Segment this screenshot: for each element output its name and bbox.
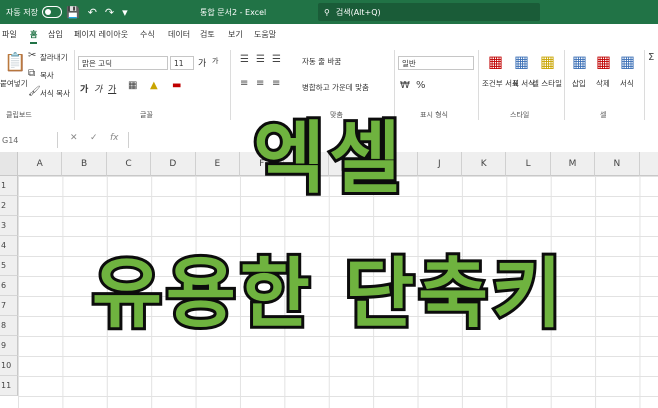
delete-cells-button[interactable]: 삭제 (596, 78, 610, 89)
redo-icon[interactable]: ↷ (105, 6, 114, 19)
conditional-format-icon[interactable]: ▦ (488, 52, 503, 71)
cut-button[interactable]: 잘라내기 (40, 52, 68, 63)
paste-icon[interactable]: 📋 (4, 52, 26, 73)
percent-icon[interactable]: % (416, 80, 426, 91)
font-name-select[interactable]: 맑은 고딕 (78, 56, 168, 70)
merge-center-button[interactable]: 병합하고 가운데 맞춤 (302, 82, 369, 93)
tab-file[interactable]: 파일 (2, 29, 17, 40)
shrink-font-button[interactable]: 가 (212, 56, 218, 66)
underline-button[interactable]: 가 (108, 82, 116, 95)
save-icon[interactable]: 💾 (66, 6, 80, 19)
row-header-10[interactable]: 10 (0, 356, 18, 376)
search-box[interactable]: ⚲ 검색(Alt+Q) (318, 3, 540, 21)
cell-styles-icon[interactable]: ▦ (540, 52, 555, 71)
ribbon-tabs: 파일 홈 삽입 페이지 레이아웃 수식 데이터 검토 보기 도움말 (0, 24, 658, 44)
align-bottom-icon[interactable]: ☰ (272, 54, 281, 65)
copy-button[interactable]: 복사 (40, 70, 54, 81)
customize-icon[interactable]: ▾ (122, 6, 128, 19)
border-icon[interactable]: ▦ (128, 80, 137, 91)
tab-insert[interactable]: 삽입 (48, 29, 63, 40)
font-size-select[interactable]: 11 (170, 56, 194, 70)
autosave[interactable]: 자동 저장 (6, 0, 62, 24)
format-table-icon[interactable]: ▦ (514, 52, 529, 71)
align-middle-icon[interactable]: ☰ (256, 54, 265, 65)
search-placeholder: 검색(Alt+Q) (335, 7, 381, 17)
autosave-label: 자동 저장 (6, 7, 38, 17)
font-name-value: 맑은 고딕 (82, 58, 112, 68)
fill-color-icon[interactable]: ▲ (150, 80, 158, 91)
overlay-title-line2: 유용한 단축키 (89, 246, 566, 341)
tab-help[interactable]: 도움말 (254, 29, 276, 40)
format-cells-button[interactable]: 서식 (620, 78, 634, 89)
italic-button[interactable]: 가 (94, 82, 102, 95)
bold-button[interactable]: 가 (80, 82, 88, 95)
insert-cells-icon[interactable]: ▦ (572, 52, 587, 71)
insert-cells-button[interactable]: 삽입 (572, 78, 586, 89)
paste-button[interactable]: 붙여넣기 (0, 78, 28, 89)
document-title: 통합 문서2 - Excel (200, 7, 267, 17)
tab-review[interactable]: 검토 (200, 29, 215, 40)
copy-icon[interactable]: ⧉ (28, 68, 35, 79)
tab-formulas[interactable]: 수식 (140, 29, 155, 40)
number-format-select[interactable]: 일반 (398, 56, 474, 70)
align-top-icon[interactable]: ☰ (240, 54, 249, 65)
tab-view[interactable]: 보기 (228, 29, 243, 40)
undo-icon[interactable]: ↶ (88, 6, 97, 19)
font-color-icon[interactable]: ▬ (172, 80, 181, 91)
title-bar: 자동 저장 💾 ↶ ↷ ▾ 통합 문서2 - Excel ⚲ 검색(Alt+Q) (0, 0, 658, 24)
cut-icon[interactable]: ✂ (28, 50, 36, 61)
align-center-icon[interactable]: ≡ (256, 78, 264, 89)
format-cells-icon[interactable]: ▦ (620, 52, 635, 71)
grow-font-button[interactable]: 가 (198, 56, 206, 69)
align-left-icon[interactable]: ≡ (240, 78, 248, 89)
tab-home[interactable]: 홈 (30, 29, 38, 44)
tab-page-layout[interactable]: 페이지 레이아웃 (74, 29, 128, 40)
tab-data[interactable]: 데이터 (168, 29, 190, 40)
align-right-icon[interactable]: ≡ (272, 78, 280, 89)
number-format-value: 일반 (402, 58, 416, 68)
delete-cells-icon[interactable]: ▦ (596, 52, 611, 71)
wrap-text-button[interactable]: 자동 줄 바꿈 (302, 56, 341, 67)
cell-styles-button[interactable]: 셀 스타일 (532, 78, 562, 89)
font-size-value: 11 (174, 58, 184, 68)
sum-icon[interactable]: Σ (648, 52, 654, 63)
overlay-title-line1: 엑셀 (250, 111, 405, 207)
row-header-11[interactable]: 11 (0, 376, 18, 396)
search-icon: ⚲ (324, 7, 330, 17)
currency-icon[interactable]: ₩ (400, 80, 410, 91)
